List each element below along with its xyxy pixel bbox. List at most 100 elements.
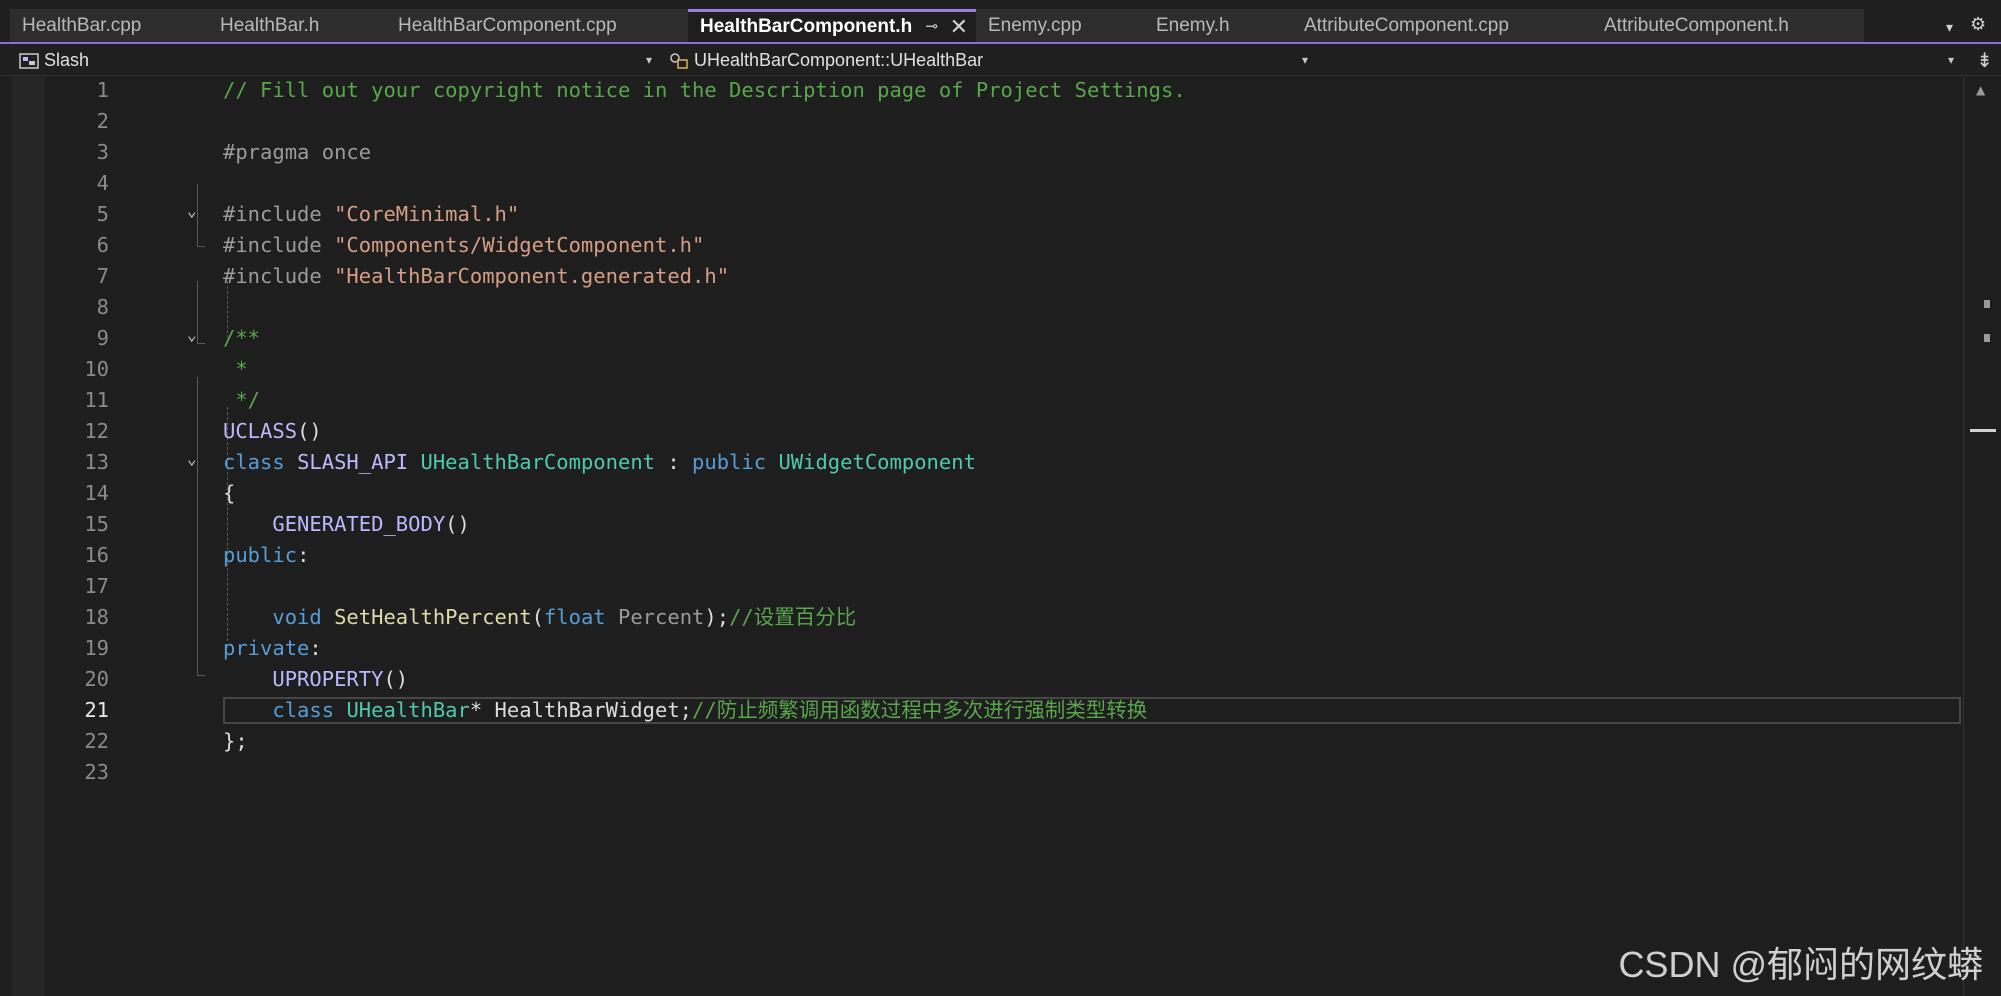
code-line[interactable]: 12 UCLASS() bbox=[45, 416, 1963, 447]
line-number: 15 bbox=[84, 512, 109, 536]
pin-icon[interactable]: ⊸ bbox=[925, 12, 938, 41]
code-line[interactable]: 5 ⌄ #include "CoreMinimal.h" bbox=[45, 199, 1963, 230]
code-token: #pragma once bbox=[223, 140, 372, 164]
code-line[interactable]: 17 bbox=[45, 571, 1963, 602]
code-token: void bbox=[272, 605, 335, 629]
line-number: 16 bbox=[84, 543, 109, 567]
code-text[interactable]: }; bbox=[223, 726, 248, 757]
tab-healthbar-h[interactable]: HealthBar.h bbox=[208, 9, 386, 42]
code-text[interactable]: UPROPERTY() bbox=[223, 664, 408, 695]
code-line[interactable]: 19 private: bbox=[45, 633, 1963, 664]
line-number: 21 bbox=[84, 698, 109, 722]
tab-healthbarcomponent-cpp[interactable]: HealthBarComponent.cpp bbox=[386, 9, 688, 42]
line-number: 17 bbox=[84, 574, 109, 598]
split-editor-icon[interactable]: ⇟ bbox=[1976, 48, 1993, 72]
project-dropdown[interactable]: Slash ▾ bbox=[12, 47, 658, 73]
code-text[interactable]: public: bbox=[223, 540, 309, 571]
code-text[interactable]: /** bbox=[223, 323, 260, 354]
code-line[interactable]: 20 UPROPERTY() bbox=[45, 664, 1963, 695]
code-line[interactable]: 14 { bbox=[45, 478, 1963, 509]
code-token: }; bbox=[223, 729, 248, 753]
code-text[interactable]: #include "CoreMinimal.h" bbox=[223, 199, 519, 230]
scroll-up-icon[interactable]: ▲ bbox=[1976, 83, 1985, 97]
caret-position-marker bbox=[1970, 429, 1996, 432]
code-token: SetHealthPercent bbox=[334, 605, 532, 629]
code-line[interactable]: 6 #include "Components/WidgetComponent.h" bbox=[45, 230, 1963, 261]
fold-chevron-icon[interactable]: ⌄ bbox=[187, 443, 197, 474]
tab-attributecomponent-cpp[interactable]: AttributeComponent.cpp bbox=[1292, 9, 1592, 42]
member-dropdown[interactable]: ▾ bbox=[1318, 47, 1960, 73]
code-text[interactable]: UCLASS() bbox=[223, 416, 322, 447]
chevron-down-icon: ▾ bbox=[1947, 53, 1954, 67]
code-text[interactable]: #include "HealthBarComponent.generated.h… bbox=[223, 261, 729, 292]
code-line[interactable]: 10 * bbox=[45, 354, 1963, 385]
code-editor[interactable]: 1 // Fill out your copyright notice in th… bbox=[45, 77, 1963, 996]
code-line[interactable]: 22}; bbox=[45, 726, 1963, 757]
tab-label: Enemy.cpp bbox=[988, 15, 1082, 36]
tab-healthbar-cpp[interactable]: HealthBar.cpp bbox=[10, 9, 208, 42]
code-text[interactable]: */ bbox=[223, 385, 260, 416]
code-token: #include bbox=[223, 202, 335, 226]
tab-label: Enemy.h bbox=[1156, 15, 1230, 36]
code-token: //设置百分比 bbox=[729, 605, 857, 629]
tab-healthbarcomponent-h[interactable]: HealthBarComponent.h ⊸ ✕ bbox=[688, 9, 976, 42]
code-text[interactable]: class UHealthBar* HealthBarWidget;//防止频繁… bbox=[223, 695, 1147, 726]
code-token: private bbox=[223, 636, 310, 660]
tab-label: HealthBarComponent.h bbox=[700, 16, 913, 37]
code-line[interactable]: 16 public: bbox=[45, 540, 1963, 571]
code-line[interactable]: 9 ⌄/** bbox=[45, 323, 1963, 354]
vertical-scrollbar[interactable]: ▲ bbox=[1963, 77, 2001, 996]
overview-marker bbox=[1984, 334, 1990, 342]
indicator-margin bbox=[12, 77, 45, 996]
code-line[interactable]: 3 #pragma once bbox=[45, 137, 1963, 168]
tab-attributecomponent-h[interactable]: AttributeComponent.h bbox=[1592, 9, 1864, 42]
code-line[interactable]: 21 class UHealthBar* HealthBarWidget;//防… bbox=[45, 695, 1963, 726]
code-text[interactable]: // Fill out your copyright notice in the… bbox=[223, 75, 1186, 106]
line-number: 8 bbox=[96, 295, 109, 319]
code-line[interactable]: 18 void SetHealthPercent(float Percent);… bbox=[45, 602, 1963, 633]
code-line[interactable]: 13 ⌄ class SLASH_API UHealthBarComponent :… bbox=[45, 447, 1963, 478]
code-token: () bbox=[383, 667, 409, 691]
code-text[interactable]: { bbox=[223, 478, 235, 509]
code-line[interactable]: 8 bbox=[45, 292, 1963, 323]
code-line[interactable]: 15 GENERATED_BODY() bbox=[45, 509, 1963, 540]
code-line[interactable]: 11 */ bbox=[45, 385, 1963, 416]
code-line[interactable]: 2 bbox=[45, 106, 1963, 137]
scope-dropdown[interactable]: UHealthBarComponent::UHealthBar ▾ bbox=[664, 47, 1314, 73]
code-line[interactable]: 4 bbox=[45, 168, 1963, 199]
line-number: 13 bbox=[84, 450, 109, 474]
code-text[interactable]: #include "Components/WidgetComponent.h" bbox=[223, 230, 704, 261]
tab-overflow-dropdown-icon[interactable]: ▾ bbox=[1946, 20, 1953, 36]
code-text[interactable]: private: bbox=[223, 633, 322, 664]
code-token: ( bbox=[531, 605, 544, 629]
tab-enemy-cpp[interactable]: Enemy.cpp bbox=[976, 9, 1144, 42]
code-line[interactable]: 7 #include "HealthBarComponent.generated.… bbox=[45, 261, 1963, 292]
fold-chevron-icon[interactable]: ⌄ bbox=[187, 195, 197, 226]
code-token: */ bbox=[223, 388, 261, 412]
close-icon[interactable]: ✕ bbox=[950, 12, 968, 41]
tab-enemy-h[interactable]: Enemy.h bbox=[1144, 9, 1292, 42]
code-text[interactable]: GENERATED_BODY() bbox=[223, 509, 470, 540]
code-text[interactable]: #pragma once bbox=[223, 137, 371, 168]
code-text[interactable]: void SetHealthPercent(float Percent);//设… bbox=[223, 602, 856, 633]
chevron-down-icon: ▾ bbox=[645, 53, 652, 67]
code-text[interactable]: class SLASH_API UHealthBarComponent : pu… bbox=[223, 447, 976, 478]
code-text[interactable]: * bbox=[223, 354, 247, 385]
line-number: 18 bbox=[84, 605, 109, 629]
code-token: UHealthBarComponent bbox=[420, 450, 656, 474]
line-number: 11 bbox=[84, 388, 109, 412]
code-token: () bbox=[445, 512, 470, 536]
code-token: UHealthBar bbox=[346, 698, 470, 722]
code-line[interactable]: 23 bbox=[45, 757, 1963, 788]
code-token: * HealthBarWidget; bbox=[469, 698, 693, 722]
gear-icon[interactable]: ⚙ bbox=[1970, 14, 1986, 35]
document-tab-strip: HealthBar.cpp HealthBar.h HealthBarCompo… bbox=[0, 0, 2001, 43]
line-number: 9 bbox=[96, 326, 109, 350]
fold-chevron-icon[interactable]: ⌄ bbox=[187, 319, 197, 350]
tab-label: HealthBarComponent.cpp bbox=[398, 15, 617, 36]
line-number: 6 bbox=[96, 233, 109, 257]
code-token: UCLASS bbox=[223, 419, 298, 443]
code-line[interactable]: 1 // Fill out your copyright notice in th… bbox=[45, 75, 1963, 106]
